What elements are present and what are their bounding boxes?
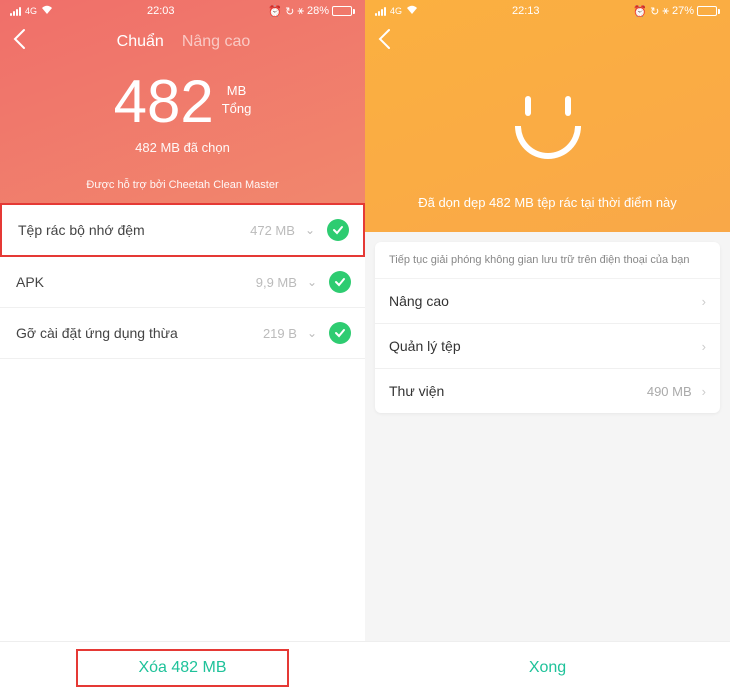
status-bar: 4G 22:13 ⏰ ↻ ⚹ 27% [365,0,730,22]
delete-button[interactable]: Xóa 482 MB [76,649,288,687]
sync-icon: ↻ [285,5,294,18]
size-unit: MB [222,82,252,100]
item-size: 9,9 MB [256,275,297,290]
list-item[interactable]: Gỡ cài đặt ứng dụng thừa 219 B ⌄ [0,308,365,359]
check-icon[interactable] [329,322,351,344]
chevron-down-icon[interactable]: ⌄ [307,326,317,340]
delete-button-label: Xóa 482 MB [138,659,226,676]
row-value: 490 MB [647,384,692,399]
list-item[interactable]: Tệp rác bộ nhớ đệm 472 MB ⌄ [0,203,365,257]
chevron-right-icon: › [702,384,706,399]
chevron-right-icon: › [702,294,706,309]
options-card: Tiếp tục giải phóng không gian lưu trữ t… [375,242,720,413]
footer: Xóa 482 MB [0,641,365,693]
smile-icon [365,96,730,159]
footer: Xong [365,641,730,693]
support-label: Được hỗ trợ bởi Cheetah Clean Master [0,161,365,203]
card-header: Tiếp tục giải phóng không gian lưu trữ t… [375,242,720,279]
check-icon[interactable] [329,271,351,293]
item-label: APK [16,274,256,290]
battery-pct: 28% [307,5,329,17]
back-icon[interactable] [377,28,391,56]
battery-pct: 27% [672,5,694,17]
alarm-icon: ⏰ [633,5,647,18]
tab-standard[interactable]: Chuẩn [117,33,164,51]
option-library[interactable]: Thư viện 490 MB › [375,369,720,413]
junk-list: Tệp rác bộ nhớ đệm 472 MB ⌄ APK 9,9 MB ⌄… [0,203,365,641]
signal-icon [375,6,386,16]
row-label: Thư viện [389,383,647,399]
status-time: 22:13 [512,5,540,17]
sync-icon: ↻ [650,5,659,18]
item-size: 472 MB [250,223,295,238]
wifi-icon [406,5,418,18]
cleaned-label: Đã dọn dẹp 482 MB tệp rác tại thời điểm … [365,195,730,232]
list-item[interactable]: APK 9,9 MB ⌄ [0,257,365,308]
item-label: Gỡ cài đặt ứng dụng thừa [16,325,263,341]
tabs: Chuẩn Nâng cao [117,33,251,51]
network-icon: 4G [390,6,402,16]
option-advanced[interactable]: Nâng cao › [375,279,720,324]
size-number: 482 [114,72,214,132]
item-size: 219 B [263,326,297,341]
option-file-manager[interactable]: Quản lý tệp › [375,324,720,369]
back-icon[interactable] [12,28,26,56]
alarm-icon: ⏰ [268,5,282,18]
chevron-down-icon[interactable]: ⌄ [305,223,315,237]
signal-icon [10,6,21,16]
tab-advanced[interactable]: Nâng cao [182,33,251,51]
bluetooth-icon: ⚹ [297,5,304,18]
bluetooth-icon: ⚹ [662,5,669,18]
size-total-label: Tổng [222,100,252,118]
network-icon: 4G [25,6,37,16]
battery-icon [332,6,355,16]
wifi-icon [41,5,53,18]
battery-icon [697,6,720,16]
check-icon[interactable] [327,219,349,241]
item-label: Tệp rác bộ nhớ đệm [18,222,250,238]
row-label: Nâng cao [389,293,702,309]
done-button[interactable]: Xong [529,659,566,677]
status-bar: 4G 22:03 ⏰ ↻ ⚹ 28% [0,0,365,22]
size-display: 482 MB Tổng 482 MB đã chọn [0,62,365,161]
status-time: 22:03 [147,5,175,17]
selected-label: 482 MB đã chọn [0,140,365,155]
chevron-down-icon[interactable]: ⌄ [307,275,317,289]
chevron-right-icon: › [702,339,706,354]
row-label: Quản lý tệp [389,338,702,354]
